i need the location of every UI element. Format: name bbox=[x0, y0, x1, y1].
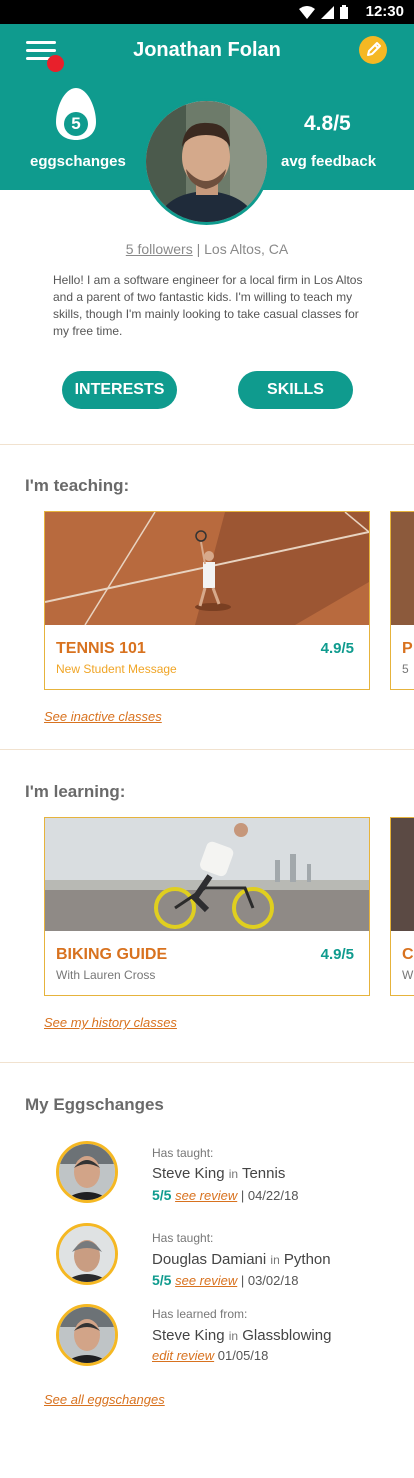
teaching-title: I'm teaching: bbox=[25, 476, 130, 495]
class-rating: 4.9/5 bbox=[320, 640, 354, 657]
eggschanges-stat[interactable]: 5 bbox=[54, 86, 98, 147]
signal-icon bbox=[321, 5, 334, 19]
class-photo bbox=[391, 818, 414, 931]
eggschange-date: | 03/02/18 bbox=[240, 1273, 299, 1288]
edit-profile-button[interactable] bbox=[359, 36, 387, 64]
class-title: BIKING GUIDE bbox=[56, 946, 168, 963]
eggschange-avatar[interactable] bbox=[56, 1223, 118, 1285]
profile-avatar bbox=[143, 98, 270, 225]
avatar-photo bbox=[59, 1144, 115, 1200]
avatar-photo bbox=[59, 1226, 115, 1282]
class-title: C bbox=[402, 946, 414, 963]
eggschange-meta: 5/5 see review | 03/02/18 bbox=[152, 1272, 298, 1288]
followers-line: 5 followers | Los Altos, CA bbox=[0, 241, 414, 257]
feedback-value: 4.8/5 bbox=[304, 112, 351, 135]
class-title: TENNIS 101 bbox=[56, 640, 146, 657]
in-connector: in bbox=[228, 1167, 239, 1181]
eggschange-detail: Steve King in Glassblowing bbox=[152, 1327, 331, 1344]
class-subtitle: New Student Message bbox=[56, 662, 177, 676]
class-subject[interactable]: Python bbox=[284, 1251, 331, 1268]
review-score: 5/5 bbox=[152, 1187, 172, 1203]
teaching-class-card-next[interactable]: P 5 bbox=[390, 511, 414, 690]
eggschanges-count: 5 bbox=[71, 114, 81, 133]
status-icons bbox=[299, 5, 348, 19]
avatar-portrait bbox=[146, 101, 267, 222]
divider bbox=[0, 444, 414, 445]
eggschange-avatar[interactable] bbox=[56, 1304, 118, 1366]
battery-icon bbox=[340, 5, 348, 19]
review-score: 5/5 bbox=[152, 1272, 172, 1288]
eggschange-type: Has learned from: bbox=[152, 1307, 248, 1321]
see-history-classes-link[interactable]: See my history classes bbox=[44, 1015, 177, 1030]
eggschange-date: 01/05/18 bbox=[217, 1348, 269, 1363]
status-time: 12:30 bbox=[365, 3, 404, 20]
skills-button[interactable]: SKILLS bbox=[238, 371, 353, 409]
eggschange-meta: 5/5 see review | 04/22/18 bbox=[152, 1187, 298, 1203]
avatar-photo bbox=[59, 1307, 115, 1363]
class-title: P bbox=[402, 640, 413, 657]
followers-separator: | bbox=[192, 241, 205, 257]
person-name[interactable]: Steve King bbox=[152, 1327, 225, 1344]
wifi-icon bbox=[299, 5, 315, 19]
person-name[interactable]: Douglas Damiani bbox=[152, 1251, 266, 1268]
pencil-icon bbox=[367, 42, 381, 56]
see-review-link[interactable]: see review bbox=[175, 1188, 237, 1203]
class-rating: 4.9/5 bbox=[320, 946, 354, 963]
eggschanges-label: eggschanges bbox=[30, 153, 126, 170]
eggschange-type: Has taught: bbox=[152, 1231, 214, 1245]
eggschanges-title: My Eggschanges bbox=[25, 1095, 164, 1114]
in-connector: in bbox=[270, 1253, 280, 1267]
class-subtitle: W bbox=[402, 968, 414, 982]
profile-name: Jonathan Folan bbox=[133, 39, 281, 61]
teaching-class-card[interactable]: TENNIS 101 4.9/5 New Student Message bbox=[44, 511, 370, 690]
see-all-eggschanges-link[interactable]: See all eggschanges bbox=[44, 1392, 165, 1407]
learning-class-card[interactable]: BIKING GUIDE 4.9/5 With Lauren Cross bbox=[44, 817, 370, 996]
eggschange-detail: Douglas Damiani in Python bbox=[152, 1251, 331, 1268]
learning-class-card-next[interactable]: C W bbox=[390, 817, 414, 996]
edit-review-link[interactable]: edit review bbox=[152, 1348, 214, 1363]
learning-title: I'm learning: bbox=[25, 782, 126, 801]
interests-button[interactable]: INTERESTS bbox=[62, 371, 177, 409]
profile-bio: Hello! I am a software engineer for a lo… bbox=[53, 273, 363, 338]
see-inactive-classes-link[interactable]: See inactive classes bbox=[44, 709, 162, 724]
class-photo bbox=[391, 512, 414, 625]
class-subtitle: With Lauren Cross bbox=[56, 968, 156, 982]
status-bar: 12:30 bbox=[0, 0, 414, 24]
in-connector: in bbox=[228, 1329, 239, 1343]
person-name[interactable]: Steve King bbox=[152, 1165, 225, 1182]
profile-location: Los Altos, CA bbox=[204, 241, 289, 257]
see-review-link[interactable]: see review bbox=[175, 1273, 237, 1288]
class-subject[interactable]: Glassblowing bbox=[242, 1327, 331, 1344]
eggschange-meta: edit review 01/05/18 bbox=[152, 1348, 268, 1363]
followers-link[interactable]: 5 followers bbox=[126, 241, 193, 257]
class-subtitle: 5 bbox=[402, 662, 409, 676]
eggschange-avatar[interactable] bbox=[56, 1141, 118, 1203]
eggschange-detail: Steve King in Tennis bbox=[152, 1165, 285, 1182]
class-subject[interactable]: Tennis bbox=[242, 1165, 285, 1182]
feedback-label: avg feedback bbox=[281, 153, 377, 170]
eggschange-type: Has taught: bbox=[152, 1146, 214, 1160]
divider bbox=[0, 1062, 414, 1063]
divider bbox=[0, 749, 414, 750]
biking-photo bbox=[45, 818, 369, 931]
tennis-photo bbox=[45, 512, 369, 625]
eggschange-date: | 04/22/18 bbox=[240, 1188, 299, 1203]
